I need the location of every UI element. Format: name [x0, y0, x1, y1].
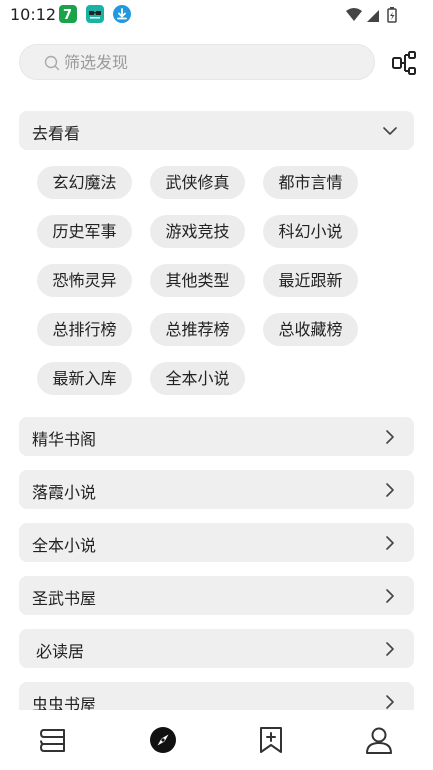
tag-chip[interactable]: 最新入库: [37, 362, 132, 395]
tag-chip[interactable]: 其他类型: [150, 264, 245, 297]
bookmark-add-icon[interactable]: [255, 724, 287, 756]
search-icon: [44, 55, 60, 75]
tag-chip[interactable]: 最近跟新: [263, 264, 358, 297]
tag-chip[interactable]: 科幻小说: [263, 215, 358, 248]
tag-chip[interactable]: 玄幻魔法: [37, 166, 132, 199]
section-source-label: 虫虫书屋: [32, 695, 97, 710]
svg-text:7: 7: [63, 8, 72, 23]
tag-chip[interactable]: 总推荐榜: [150, 313, 245, 346]
discover-compass-icon[interactable]: [147, 724, 179, 756]
section-source[interactable]: 必读居: [19, 629, 414, 668]
section-source-label: 落霞小说: [32, 483, 97, 502]
bookshelf-icon[interactable]: [38, 724, 70, 756]
bottom-nav: [0, 710, 433, 770]
section-source-label: 圣武书屋: [32, 589, 97, 608]
tag-chip[interactable]: 历史军事: [37, 215, 132, 248]
chevron-down-icon: [382, 123, 398, 143]
app-notification-icon-glasses: [86, 5, 104, 23]
tag-chip[interactable]: 武侠修真: [150, 166, 245, 199]
section-source[interactable]: 精华书阁: [19, 417, 414, 456]
section-source[interactable]: 全本小说: [19, 523, 414, 562]
chevron-right-icon: [382, 694, 398, 710]
status-bar: 10:12 7: [0, 0, 433, 30]
tag-chip[interactable]: 总收藏榜: [263, 313, 358, 346]
profile-icon[interactable]: [363, 724, 395, 756]
section-source-label: 全本小说: [32, 536, 97, 555]
section-source[interactable]: 虫虫书屋: [19, 682, 414, 710]
group-filter-icon[interactable]: [391, 50, 417, 76]
tag-chip[interactable]: 都市言情: [263, 166, 358, 199]
search-input[interactable]: [64, 45, 364, 79]
tag-chip[interactable]: 恐怖灵异: [37, 264, 132, 297]
chevron-right-icon: [382, 641, 398, 661]
wifi-icon: [346, 8, 362, 21]
status-time: 10:12: [10, 5, 57, 24]
chevron-right-icon: [382, 429, 398, 449]
app-notification-icon-7: 7: [59, 5, 77, 23]
section-source[interactable]: 落霞小说: [19, 470, 414, 509]
section-source-label: 必读居: [36, 642, 85, 661]
section-go-look[interactable]: 去看看: [19, 111, 414, 150]
tag-chip[interactable]: 全本小说: [150, 362, 245, 395]
section-source-label: 精华书阁: [32, 430, 97, 449]
chevron-right-icon: [382, 535, 398, 555]
signal-icon: [367, 10, 379, 22]
tag-chip[interactable]: 游戏竞技: [150, 215, 245, 248]
download-icon: [113, 5, 131, 23]
section-go-look-label: 去看看: [32, 124, 81, 143]
search-box[interactable]: [19, 44, 375, 80]
tag-chip[interactable]: 总排行榜: [37, 313, 132, 346]
section-source[interactable]: 圣武书屋: [19, 576, 414, 615]
status-indicators: [345, 6, 403, 24]
chevron-right-icon: [382, 482, 398, 502]
search-row: [0, 44, 433, 82]
chevron-right-icon: [382, 588, 398, 608]
